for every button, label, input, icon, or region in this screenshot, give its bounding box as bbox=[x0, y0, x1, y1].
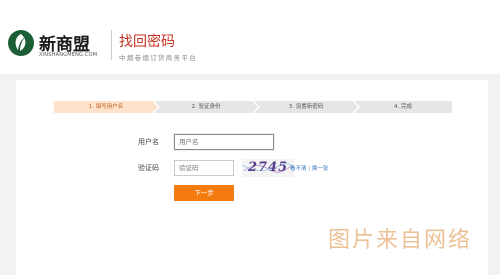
cant-see-link[interactable]: 看不清 bbox=[290, 166, 307, 172]
header: 新商盟 XINSHANGMENG.COM 找回密码 中烟卷烟订货商务平台 bbox=[0, 0, 500, 74]
step-4-label: 4. 完成 bbox=[394, 104, 412, 110]
leaf-logo-icon bbox=[8, 30, 34, 56]
step-1: 1. 填写用户名 bbox=[54, 101, 158, 113]
step-4: 4. 完成 bbox=[354, 101, 452, 113]
username-input[interactable] bbox=[174, 134, 274, 150]
captcha-image[interactable]: 2745 bbox=[242, 159, 294, 177]
captcha-links: 看不清 | 换一张 bbox=[290, 164, 328, 172]
progress-steps: 1. 填写用户名 2. 验证身份 3. 设置新密码 4. 完成 bbox=[54, 101, 452, 113]
page-subtitle: 中烟卷烟订货商务平台 bbox=[119, 54, 197, 62]
header-divider bbox=[111, 30, 112, 60]
step-1-label: 1. 填写用户名 bbox=[88, 104, 124, 110]
captcha-text: 2745 bbox=[248, 160, 289, 175]
username-label: 用户名 bbox=[138, 138, 159, 146]
captcha-label: 验证码 bbox=[138, 164, 159, 172]
captcha-input[interactable] bbox=[174, 160, 234, 176]
watermark: 图片来自网络 bbox=[328, 228, 473, 253]
page-title: 找回密码 bbox=[119, 34, 175, 50]
step-2-label: 2. 验证身份 bbox=[191, 104, 221, 110]
step-2: 2. 验证身份 bbox=[154, 101, 258, 113]
step-3-label: 3. 设置新密码 bbox=[288, 104, 324, 110]
logo-subtext: XINSHANGMENG.COM bbox=[39, 52, 98, 58]
next-step-button[interactable]: 下一步 bbox=[174, 185, 234, 201]
refresh-captcha-link[interactable]: 换一张 bbox=[312, 166, 329, 172]
link-separator: | bbox=[308, 166, 311, 172]
step-3: 3. 设置新密码 bbox=[254, 101, 358, 113]
